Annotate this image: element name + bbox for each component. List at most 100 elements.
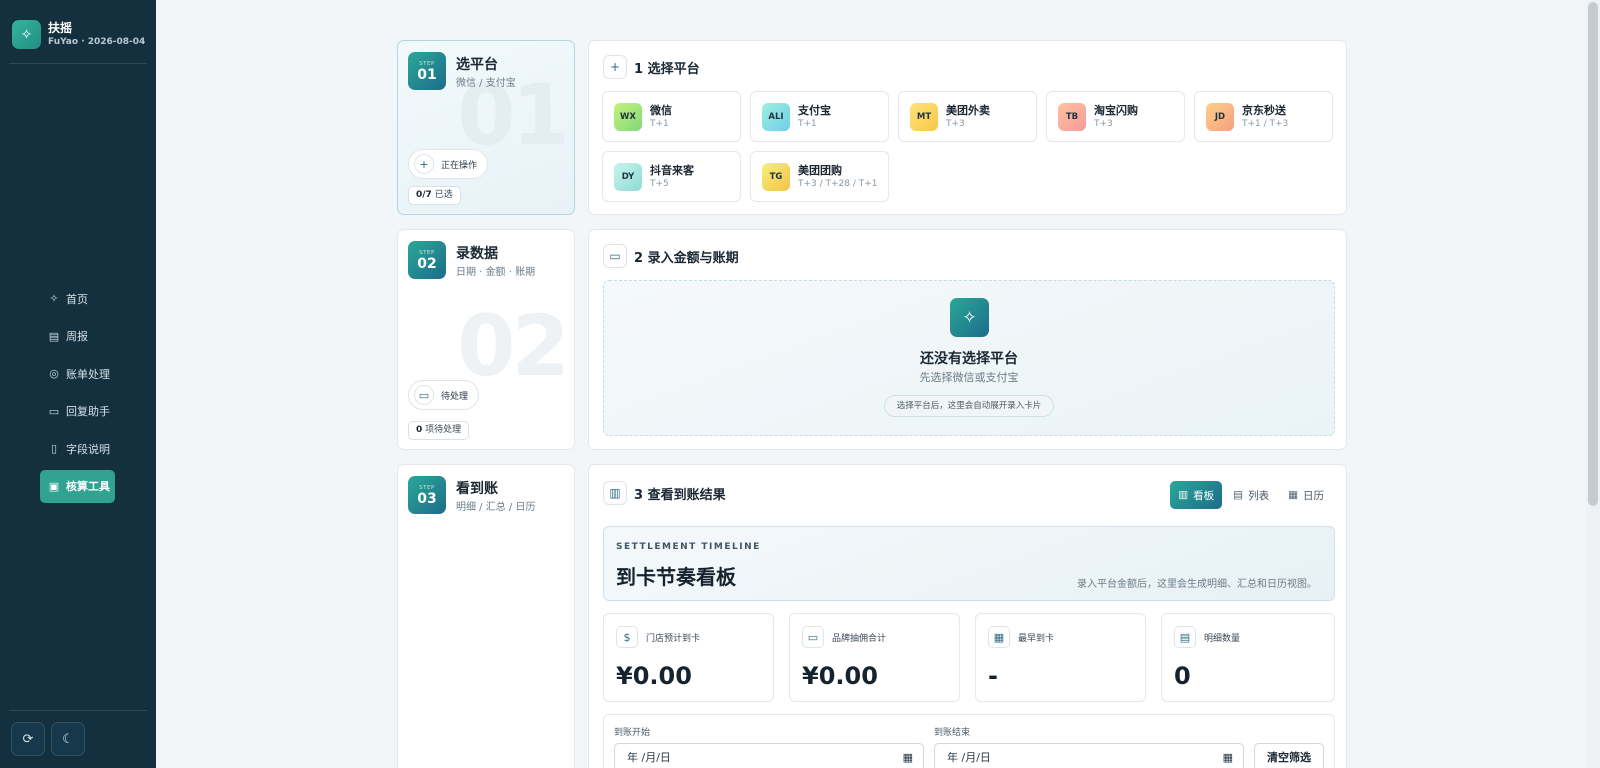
nav-item-calc-tool[interactable]: ▣ 核算工具: [40, 469, 115, 503]
scrollbar-thumb[interactable]: [1588, 2, 1598, 506]
section-header: ▭ 2 录入金额与账期: [603, 244, 739, 268]
hero-title: 到卡节奏看板: [616, 565, 736, 589]
hero-description: 录入平台金额后，这里会生成明细、汇总和日历视图。: [1077, 579, 1317, 590]
platform-name: 微信: [650, 103, 672, 117]
step-badge: STEP 03: [408, 476, 446, 514]
platform-logo-icon: JD: [1206, 102, 1234, 131]
stat-value: 0: [1174, 662, 1191, 690]
step-count-number: 0/7: [416, 190, 432, 200]
nav-item-fields[interactable]: ▯ 字段说明: [40, 432, 140, 465]
step-badge: STEP 01: [408, 52, 446, 90]
theme-toggle-button[interactable]: ☾: [51, 722, 85, 756]
platform-settlement: T+3 / T+28 / T+1: [798, 178, 878, 189]
nav-item-bills[interactable]: ◎ 账单处理: [40, 357, 140, 390]
timeline-hero: SETTLEMENT TIMELINE 到卡节奏看板 录入平台金额后，这里会生成…: [603, 526, 1335, 601]
hero-kicker: SETTLEMENT TIMELINE: [616, 542, 761, 552]
step-badge-number: 02: [417, 256, 437, 272]
plus-icon: +: [603, 55, 627, 79]
end-date-label: 到账结束: [934, 728, 971, 738]
platform-logo-icon: TB: [1058, 102, 1086, 131]
platform-option-tb[interactable]: TB 淘宝闪购 T+3: [1046, 91, 1185, 142]
stat-label: 门店预计到卡: [646, 633, 701, 644]
platform-option-ali[interactable]: ALI 支付宝 T+1: [750, 91, 889, 142]
step-badge-number: 01: [417, 67, 437, 83]
platform-settlement: T+1: [798, 118, 817, 129]
step-card-3[interactable]: STEP 03 看到账 明细 / 汇总 / 日历: [397, 464, 575, 768]
nav-item-reply[interactable]: ▭ 回复助手: [40, 395, 140, 428]
dollar-icon: $: [616, 626, 638, 648]
page-scrollbar[interactable]: [1586, 0, 1600, 768]
platform-logo-icon: ALI: [762, 102, 790, 131]
refresh-icon: ⟳: [22, 731, 34, 747]
platform-settlement: T+1 / T+3: [1242, 118, 1289, 129]
stat-value: ¥0.00: [802, 662, 878, 690]
stat-card-detail-count: ▤ 明细数量 0: [1161, 613, 1335, 702]
platform-section: + 1 选择平台 WX 微信 T+1 ALI 支付宝 T+1 MT 美团外卖 T+3 …: [588, 40, 1347, 215]
columns-icon: ▥: [1178, 489, 1189, 501]
stat-value: -: [988, 662, 998, 690]
book-icon: ▯: [50, 442, 58, 455]
nav-item-label: 周报: [66, 330, 88, 343]
view-tabs: ▥ 看板 ▤ 列表 ▦ 日历: [1170, 481, 1332, 511]
result-section: ▥ 3 查看到账结果 ▥ 看板 ▤ 列表 ▦ 日历 SETTLEMENT TIM…: [588, 464, 1347, 768]
end-date-value: 年 /月/日: [947, 751, 991, 764]
step-title: 选平台: [456, 57, 498, 73]
card-icon: ▭: [603, 244, 627, 268]
nav-item-label: 字段说明: [66, 442, 110, 456]
empty-state-title: 还没有选择平台: [920, 351, 1018, 367]
step-badge: STEP 02: [408, 241, 446, 279]
start-date-value: 年 /月/日: [627, 751, 671, 764]
calendar-icon: ▦: [1288, 489, 1298, 501]
clear-filter-button[interactable]: 清空筛选: [1254, 743, 1324, 768]
platform-option-dy[interactable]: DY 抖音来客 T+5: [602, 151, 741, 202]
app-name: 扶摇: [48, 20, 73, 35]
tab-list[interactable]: ▤ 列表: [1225, 481, 1277, 509]
nav-item-weekly[interactable]: ▤ 周报: [40, 320, 140, 353]
platform-option-tg[interactable]: TG 美团团购 T+3 / T+28 / T+1: [750, 151, 889, 202]
platform-settlement: T+5: [650, 178, 669, 189]
stat-label: 明细数量: [1204, 633, 1241, 644]
platform-logo-icon: TG: [762, 162, 790, 191]
platform-name: 抖音来客: [650, 163, 694, 177]
step-badge-number: 03: [417, 491, 437, 507]
empty-state-subtitle: 先选择微信或支付宝: [919, 371, 1019, 384]
section-title: 1 选择平台: [634, 61, 700, 77]
stat-label: 品牌抽佣合计: [832, 633, 887, 644]
sidebar-divider: [9, 710, 147, 711]
step-card-1[interactable]: 01 STEP 01 选平台 微信 / 支付宝 + 正在操作 0/7 已选: [397, 40, 575, 215]
step-subtitle: 日期 · 金额 · 账期: [456, 267, 536, 278]
tab-calendar[interactable]: ▦ 日历: [1280, 481, 1332, 509]
brand: ✧ 扶摇 FuYao · 2026-08-04: [12, 20, 145, 49]
step-status-label: 正在操作: [441, 160, 478, 171]
calendar-icon: ▦: [902, 751, 913, 764]
section-title: 2 录入金额与账期: [634, 250, 739, 266]
step-title: 看到账: [456, 481, 498, 497]
step-status-pill: + 正在操作: [408, 149, 489, 179]
calculator-icon: ▣: [48, 479, 60, 493]
chat-icon: ▭: [48, 404, 60, 418]
start-date-input[interactable]: 年 /月/日 ▦: [614, 743, 924, 768]
platform-option-wx[interactable]: WX 微信 T+1: [602, 91, 741, 142]
sidebar-divider: [9, 63, 147, 64]
stat-value: ¥0.00: [616, 662, 692, 690]
card-icon: ▭: [802, 626, 824, 648]
section-header: + 1 选择平台: [603, 55, 700, 79]
step-count-number: 0: [416, 425, 423, 435]
platform-option-mt[interactable]: MT 美团外卖 T+3: [898, 91, 1037, 142]
step-card-2[interactable]: 02 STEP 02 录数据 日期 · 金额 · 账期 ▭ 待处理 0 项待处理: [397, 229, 575, 450]
platform-option-jd[interactable]: JD 京东秒送 T+1 / T+3: [1194, 91, 1333, 142]
section-title: 3 查看到账结果: [634, 487, 726, 503]
platform-settlement: T+3: [1094, 118, 1113, 129]
refresh-button[interactable]: ⟳: [11, 722, 45, 756]
app-subtitle: FuYao · 2026-08-04: [48, 36, 146, 47]
nav-item-label: 核算工具: [66, 480, 110, 493]
nav-item-home[interactable]: ✧ 首页: [40, 282, 140, 315]
plus-icon: +: [414, 154, 434, 174]
empty-state-note: 选择平台后，这里会自动展开录入卡片: [884, 395, 1054, 417]
step-status-label: 待处理: [441, 391, 469, 402]
tab-board[interactable]: ▥ 看板: [1170, 481, 1223, 509]
step-title: 录数据: [456, 246, 498, 262]
step-subtitle: 明细 / 汇总 / 日历: [456, 502, 536, 513]
end-date-input[interactable]: 年 /月/日 ▦: [934, 743, 1244, 768]
tab-label: 看板: [1193, 489, 1215, 502]
